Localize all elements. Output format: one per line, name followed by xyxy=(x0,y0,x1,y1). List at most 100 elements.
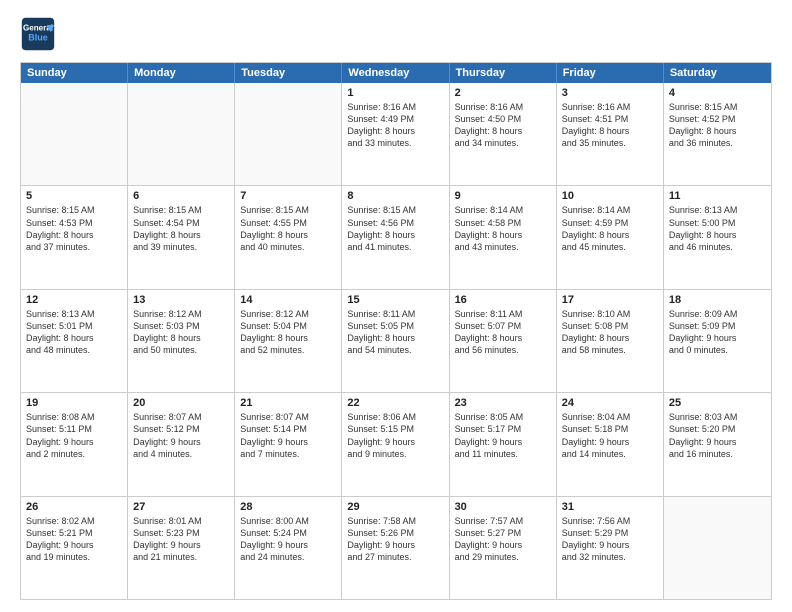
cell-text: Sunrise: 8:00 AM Sunset: 5:24 PM Dayligh… xyxy=(240,515,336,564)
day-number: 18 xyxy=(669,294,766,306)
calendar-cell: 6Sunrise: 8:15 AM Sunset: 4:54 PM Daylig… xyxy=(128,186,235,288)
cell-text: Sunrise: 8:16 AM Sunset: 4:51 PM Dayligh… xyxy=(562,101,658,150)
calendar-cell: 1 Sunrise: 8:16 AM Sunset: 4:49 PM Daylig… xyxy=(342,83,449,185)
cell-text: Sunrise: 8:01 AM Sunset: 5:23 PM Dayligh… xyxy=(133,515,229,564)
calendar-cell: 3 Sunrise: 8:16 AM Sunset: 4:51 PM Daylig… xyxy=(557,83,664,185)
calendar-row: 12 Sunrise: 8:13 AM Sunset: 5:01 PM Dayli… xyxy=(21,290,771,393)
day-number: 1 xyxy=(347,87,443,99)
cell-text: Sunrise: 8:10 AM Sunset: 5:08 PM Dayligh… xyxy=(562,308,658,357)
calendar-cell: 15 Sunrise: 8:11 AM Sunset: 5:05 PM Dayli… xyxy=(342,290,449,392)
weekday-header: Thursday xyxy=(450,63,557,83)
cell-text: Sunrise: 7:58 AM Sunset: 5:26 PM Dayligh… xyxy=(347,515,443,564)
day-number: 23 xyxy=(455,397,551,409)
weekday-header: Wednesday xyxy=(342,63,449,83)
calendar-cell xyxy=(235,83,342,185)
calendar-row: 5Sunrise: 8:15 AM Sunset: 4:53 PM Daylig… xyxy=(21,186,771,289)
calendar-cell: 20 Sunrise: 8:07 AM Sunset: 5:12 PM Dayli… xyxy=(128,393,235,495)
header: General Blue xyxy=(20,16,772,52)
calendar-cell: 29Sunrise: 7:58 AM Sunset: 5:26 PM Dayli… xyxy=(342,497,449,599)
cell-text: Sunrise: 8:16 AM Sunset: 4:50 PM Dayligh… xyxy=(455,101,551,150)
cell-text: Sunrise: 8:14 AM Sunset: 4:59 PM Dayligh… xyxy=(562,204,658,253)
logo-icon: General Blue xyxy=(20,16,56,52)
cell-text: Sunrise: 8:09 AM Sunset: 5:09 PM Dayligh… xyxy=(669,308,766,357)
calendar-cell: 21 Sunrise: 8:07 AM Sunset: 5:14 PM Dayli… xyxy=(235,393,342,495)
cell-text: Sunrise: 8:04 AM Sunset: 5:18 PM Dayligh… xyxy=(562,411,658,460)
day-number: 15 xyxy=(347,294,443,306)
weekday-header: Tuesday xyxy=(235,63,342,83)
calendar-cell: 26 Sunrise: 8:02 AM Sunset: 5:21 PM Dayli… xyxy=(21,497,128,599)
day-number: 30 xyxy=(455,501,551,513)
logo: General Blue xyxy=(20,16,56,52)
calendar-header: SundayMondayTuesdayWednesdayThursdayFrid… xyxy=(21,63,771,83)
day-number: 27 xyxy=(133,501,229,513)
calendar: SundayMondayTuesdayWednesdayThursdayFrid… xyxy=(20,62,772,600)
cell-text: Sunrise: 8:14 AM Sunset: 4:58 PM Dayligh… xyxy=(455,204,551,253)
day-number: 9 xyxy=(455,190,551,202)
day-number: 21 xyxy=(240,397,336,409)
page: General Blue SundayMondayTuesdayWednesda… xyxy=(0,0,792,612)
weekday-header: Saturday xyxy=(664,63,771,83)
calendar-cell xyxy=(21,83,128,185)
calendar-cell: 17 Sunrise: 8:10 AM Sunset: 5:08 PM Dayli… xyxy=(557,290,664,392)
day-number: 26 xyxy=(26,501,122,513)
cell-text: Sunrise: 8:15 AM Sunset: 4:56 PM Dayligh… xyxy=(347,204,443,253)
calendar-row: 1 Sunrise: 8:16 AM Sunset: 4:49 PM Daylig… xyxy=(21,83,771,186)
cell-text: Sunrise: 8:07 AM Sunset: 5:12 PM Dayligh… xyxy=(133,411,229,460)
cell-text: Sunrise: 8:15 AM Sunset: 4:53 PM Dayligh… xyxy=(26,204,122,253)
calendar-cell: 30Sunrise: 7:57 AM Sunset: 5:27 PM Dayli… xyxy=(450,497,557,599)
cell-text: Sunrise: 8:03 AM Sunset: 5:20 PM Dayligh… xyxy=(669,411,766,460)
cell-text: Sunrise: 7:56 AM Sunset: 5:29 PM Dayligh… xyxy=(562,515,658,564)
day-number: 17 xyxy=(562,294,658,306)
calendar-cell: 8 Sunrise: 8:15 AM Sunset: 4:56 PM Daylig… xyxy=(342,186,449,288)
weekday-header: Monday xyxy=(128,63,235,83)
day-number: 16 xyxy=(455,294,551,306)
calendar-cell: 25 Sunrise: 8:03 AM Sunset: 5:20 PM Dayli… xyxy=(664,393,771,495)
day-number: 25 xyxy=(669,397,766,409)
calendar-row: 19Sunrise: 8:08 AM Sunset: 5:11 PM Dayli… xyxy=(21,393,771,496)
day-number: 22 xyxy=(347,397,443,409)
cell-text: Sunrise: 8:07 AM Sunset: 5:14 PM Dayligh… xyxy=(240,411,336,460)
day-number: 12 xyxy=(26,294,122,306)
cell-text: Sunrise: 8:15 AM Sunset: 4:52 PM Dayligh… xyxy=(669,101,766,150)
day-number: 13 xyxy=(133,294,229,306)
calendar-cell: 19Sunrise: 8:08 AM Sunset: 5:11 PM Dayli… xyxy=(21,393,128,495)
calendar-cell: 22 Sunrise: 8:06 AM Sunset: 5:15 PM Dayli… xyxy=(342,393,449,495)
day-number: 4 xyxy=(669,87,766,99)
calendar-cell xyxy=(664,497,771,599)
cell-text: Sunrise: 8:11 AM Sunset: 5:07 PM Dayligh… xyxy=(455,308,551,357)
day-number: 7 xyxy=(240,190,336,202)
cell-text: Sunrise: 8:12 AM Sunset: 5:03 PM Dayligh… xyxy=(133,308,229,357)
cell-text: Sunrise: 8:16 AM Sunset: 4:49 PM Dayligh… xyxy=(347,101,443,150)
cell-text: Sunrise: 8:06 AM Sunset: 5:15 PM Dayligh… xyxy=(347,411,443,460)
calendar-cell: 7 Sunrise: 8:15 AM Sunset: 4:55 PM Daylig… xyxy=(235,186,342,288)
calendar-cell: 12 Sunrise: 8:13 AM Sunset: 5:01 PM Dayli… xyxy=(21,290,128,392)
day-number: 8 xyxy=(347,190,443,202)
cell-text: Sunrise: 8:15 AM Sunset: 4:54 PM Dayligh… xyxy=(133,204,229,253)
calendar-cell xyxy=(128,83,235,185)
day-number: 3 xyxy=(562,87,658,99)
calendar-cell: 16 Sunrise: 8:11 AM Sunset: 5:07 PM Dayli… xyxy=(450,290,557,392)
day-number: 2 xyxy=(455,87,551,99)
calendar-cell: 13 Sunrise: 8:12 AM Sunset: 5:03 PM Dayli… xyxy=(128,290,235,392)
svg-text:Blue: Blue xyxy=(28,32,48,42)
calendar-cell: 28Sunrise: 8:00 AM Sunset: 5:24 PM Dayli… xyxy=(235,497,342,599)
day-number: 24 xyxy=(562,397,658,409)
day-number: 20 xyxy=(133,397,229,409)
calendar-cell: 10 Sunrise: 8:14 AM Sunset: 4:59 PM Dayli… xyxy=(557,186,664,288)
calendar-cell: 4 Sunrise: 8:15 AM Sunset: 4:52 PM Daylig… xyxy=(664,83,771,185)
calendar-cell: 14Sunrise: 8:12 AM Sunset: 5:04 PM Dayli… xyxy=(235,290,342,392)
calendar-cell: 9 Sunrise: 8:14 AM Sunset: 4:58 PM Daylig… xyxy=(450,186,557,288)
cell-text: Sunrise: 8:05 AM Sunset: 5:17 PM Dayligh… xyxy=(455,411,551,460)
cell-text: Sunrise: 8:12 AM Sunset: 5:04 PM Dayligh… xyxy=(240,308,336,357)
cell-text: Sunrise: 8:02 AM Sunset: 5:21 PM Dayligh… xyxy=(26,515,122,564)
cell-text: Sunrise: 8:13 AM Sunset: 5:01 PM Dayligh… xyxy=(26,308,122,357)
day-number: 10 xyxy=(562,190,658,202)
cell-text: Sunrise: 8:11 AM Sunset: 5:05 PM Dayligh… xyxy=(347,308,443,357)
day-number: 11 xyxy=(669,190,766,202)
calendar-cell: 5Sunrise: 8:15 AM Sunset: 4:53 PM Daylig… xyxy=(21,186,128,288)
weekday-header: Friday xyxy=(557,63,664,83)
day-number: 19 xyxy=(26,397,122,409)
calendar-cell: 27 Sunrise: 8:01 AM Sunset: 5:23 PM Dayli… xyxy=(128,497,235,599)
cell-text: Sunrise: 8:15 AM Sunset: 4:55 PM Dayligh… xyxy=(240,204,336,253)
weekday-header: Sunday xyxy=(21,63,128,83)
